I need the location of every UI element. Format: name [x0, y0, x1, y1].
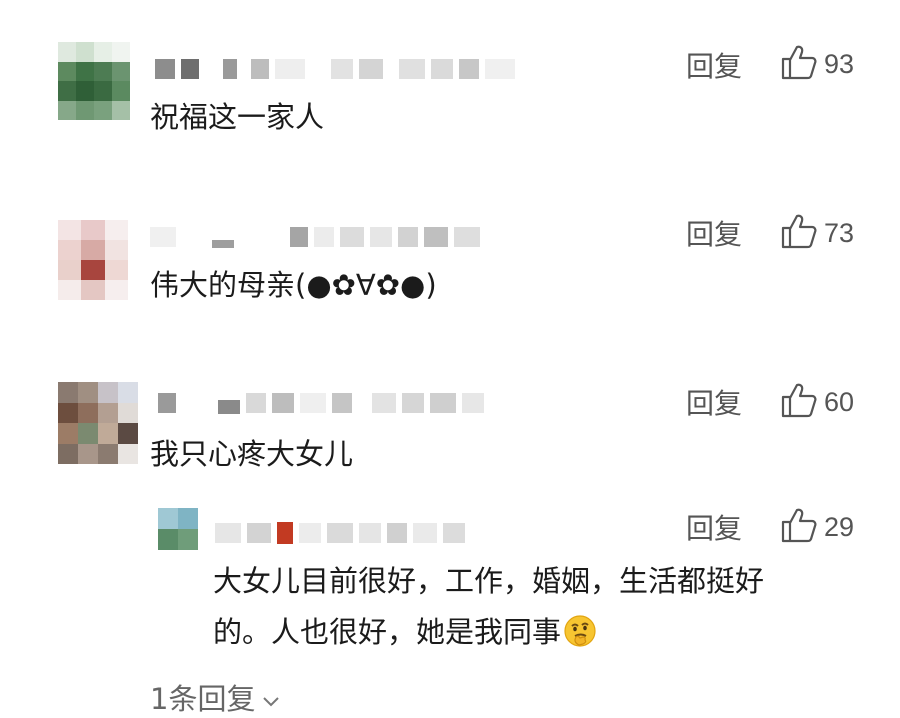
- reply-text-line: 大女儿目前很好，工作，婚姻，生活都挺好: [213, 564, 765, 598]
- like-button[interactable]: 60: [780, 382, 854, 422]
- more-replies-label: 1条回复: [150, 682, 256, 716]
- thumbs-up-icon: [780, 507, 818, 547]
- thumbs-up-icon: [780, 382, 818, 422]
- reply-button[interactable]: 回复: [686, 213, 742, 253]
- comment-text: 伟大的母亲(●✿∀✿●): [150, 268, 437, 302]
- thinking-emoji-icon: [563, 613, 597, 647]
- reply-button[interactable]: 回复: [686, 507, 742, 547]
- avatar[interactable]: [158, 508, 198, 550]
- username[interactable]: [155, 58, 521, 80]
- avatar[interactable]: [58, 382, 138, 464]
- like-button[interactable]: 29: [780, 507, 854, 547]
- username[interactable]: [215, 522, 471, 544]
- username[interactable]: [158, 392, 490, 414]
- chevron-down-icon: [255, 680, 280, 714]
- avatar[interactable]: [58, 220, 128, 300]
- like-count: 93: [824, 48, 855, 79]
- like-count: 29: [824, 511, 855, 542]
- like-count: 73: [824, 217, 855, 248]
- like-button[interactable]: 93: [780, 44, 854, 84]
- reply-button[interactable]: 回复: [686, 382, 742, 422]
- like-count: 60: [824, 386, 855, 417]
- username[interactable]: [150, 226, 486, 248]
- avatar[interactable]: [58, 42, 130, 120]
- comment-text: 祝福这一家人: [150, 100, 325, 134]
- reply-text-line: 的。人也很好，她是我同事: [213, 607, 597, 658]
- reply-button[interactable]: 回复: [686, 45, 742, 85]
- thumbs-up-icon: [780, 44, 818, 84]
- view-more-replies-button[interactable]: 1条回复: [150, 676, 280, 718]
- reply-text: 的。人也很好，她是我同事: [213, 615, 562, 649]
- like-button[interactable]: 73: [780, 213, 854, 253]
- thumbs-up-icon: [780, 213, 818, 253]
- comment-text: 我只心疼大女儿: [150, 437, 354, 471]
